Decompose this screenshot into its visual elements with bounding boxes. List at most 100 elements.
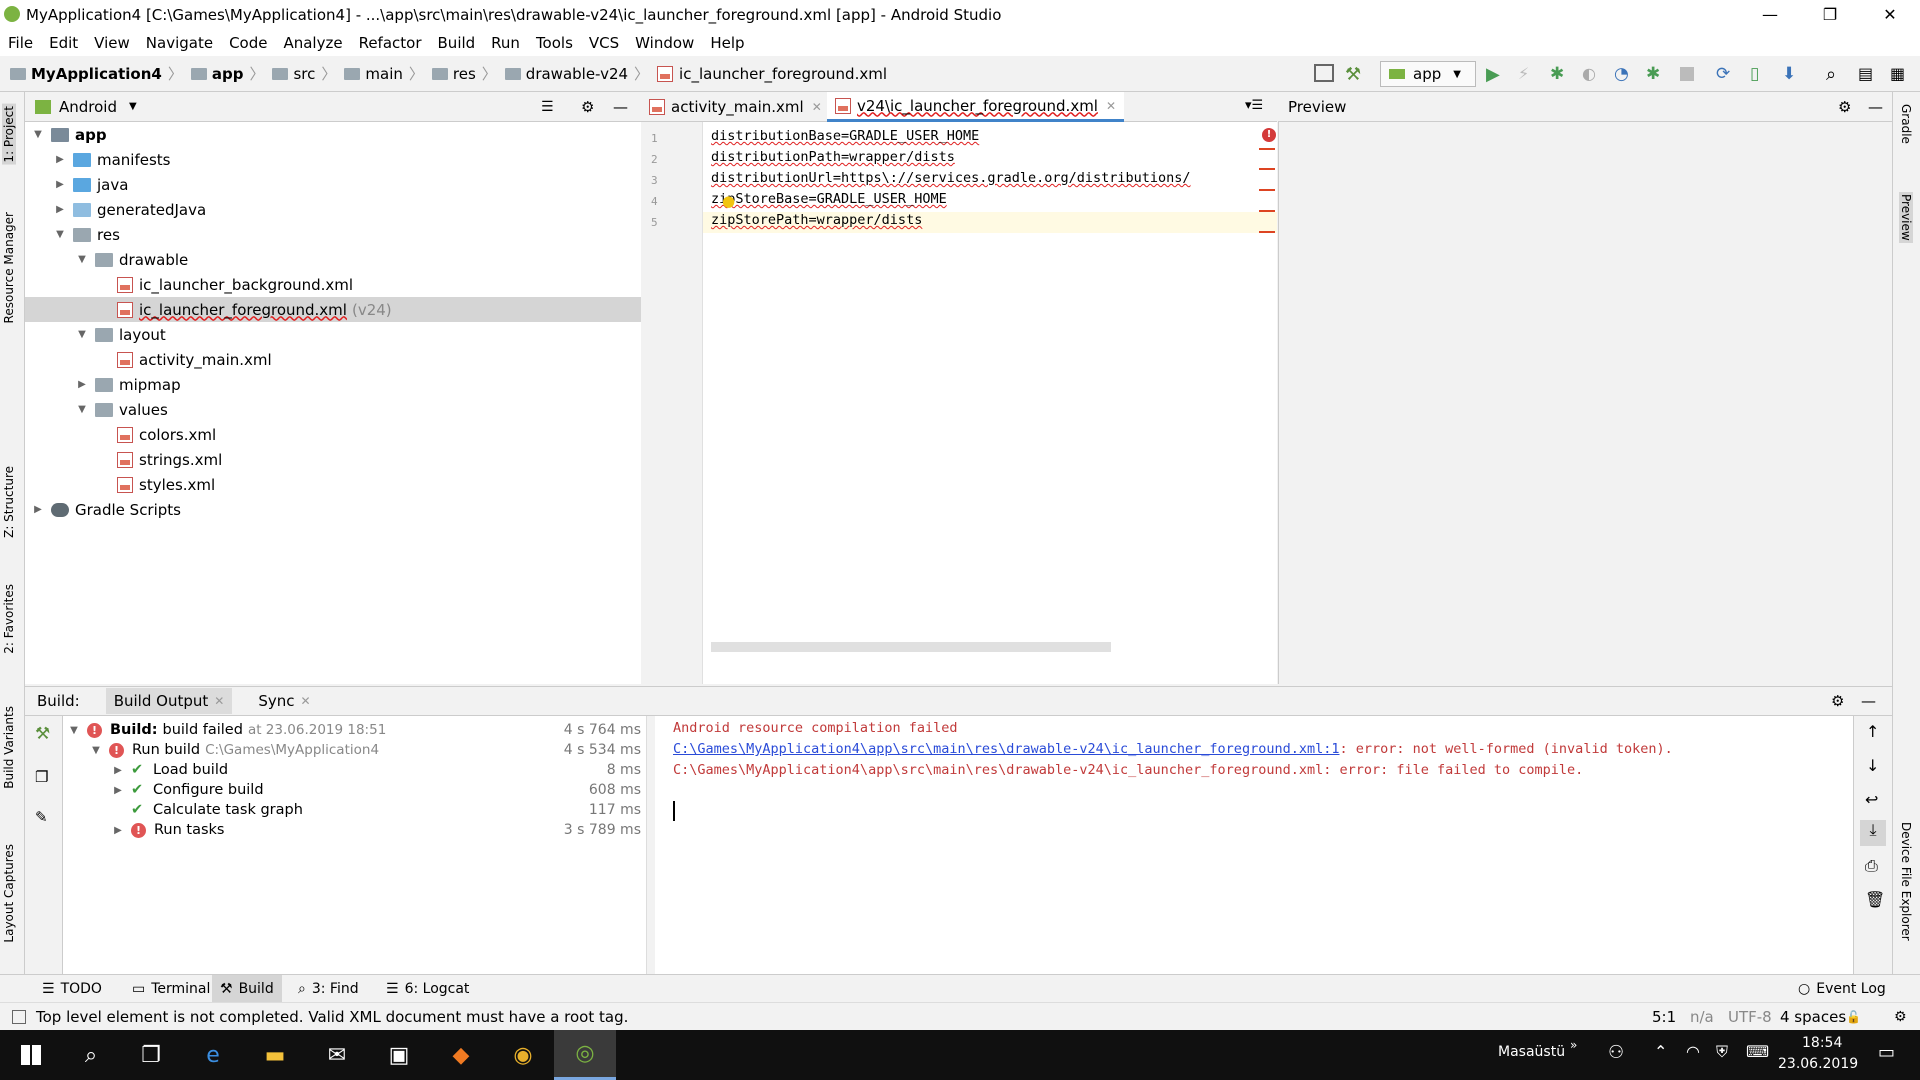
tool-tab-structure[interactable]: Z: Structure bbox=[2, 466, 16, 538]
toolbar-expand-icon[interactable]: » bbox=[1570, 1038, 1577, 1052]
scroll-to-end-icon[interactable]: ⤓ bbox=[1860, 820, 1886, 846]
menu-analyze[interactable]: Analyze bbox=[283, 34, 342, 52]
gear-icon[interactable]: ⚙ bbox=[1831, 692, 1844, 710]
error-stripe-mark[interactable] bbox=[1259, 210, 1275, 212]
file-encoding[interactable]: UTF-8 bbox=[1728, 1008, 1772, 1026]
store-icon[interactable]: ▣ bbox=[368, 1030, 430, 1080]
toggle-view-icon[interactable]: ❐ bbox=[35, 768, 48, 786]
error-stripe-mark[interactable] bbox=[1259, 231, 1275, 233]
chrome-icon[interactable]: ◉ bbox=[492, 1030, 554, 1080]
clock-time[interactable]: 18:54 bbox=[1802, 1035, 1842, 1051]
tab-build-output[interactable]: Build Output ✕ bbox=[105, 688, 233, 714]
tool-logcat[interactable]: ☰ 6: Logcat bbox=[378, 975, 477, 1003]
tool-tab-resource-manager[interactable]: Resource Manager bbox=[2, 212, 16, 323]
chevron-right-icon[interactable]: ▶ bbox=[31, 504, 45, 515]
tree-item[interactable]: ▼ app bbox=[25, 122, 641, 147]
chevron-down-icon[interactable]: ▼ bbox=[129, 101, 137, 112]
menu-build[interactable]: Build bbox=[438, 34, 476, 52]
stop-icon[interactable] bbox=[1680, 67, 1694, 81]
tree-item[interactable]: ▼ res bbox=[25, 222, 641, 247]
run-icon[interactable]: ▶ bbox=[1486, 64, 1506, 85]
up-arrow-icon[interactable]: ↑ bbox=[1866, 722, 1879, 741]
start-button[interactable] bbox=[0, 1030, 62, 1080]
breadcrumb-project[interactable]: MyApplication4 〉 bbox=[10, 63, 183, 84]
avd-manager-icon[interactable]: ▯ bbox=[1750, 64, 1770, 84]
tab-list-icon[interactable]: ▾☰ bbox=[1245, 98, 1263, 113]
pin-icon[interactable]: ✎ bbox=[35, 808, 48, 826]
menu-refactor[interactable]: Refactor bbox=[359, 34, 422, 52]
project-view-select[interactable]: Android bbox=[59, 98, 117, 116]
build-tree-item[interactable]: ▶! Run tasks 3 s 789 ms bbox=[63, 820, 647, 840]
menu-run[interactable]: Run bbox=[491, 34, 520, 52]
tree-item[interactable]: ▶ Gradle Scripts bbox=[25, 497, 641, 522]
tree-item[interactable]: ▼ values bbox=[25, 397, 641, 422]
build-output-console[interactable]: Android resource compilation failed C:\G… bbox=[655, 716, 1853, 974]
minimize-button[interactable]: — bbox=[1740, 0, 1800, 29]
notifications-icon[interactable]: ▭ bbox=[1878, 1042, 1895, 1063]
tool-tab-device-file-explorer[interactable]: Device File Explorer bbox=[1899, 822, 1913, 941]
tool-tab-favorites[interactable]: 2: Favorites bbox=[2, 584, 16, 654]
menu-navigate[interactable]: Navigate bbox=[146, 34, 213, 52]
edge-icon[interactable]: e bbox=[182, 1030, 244, 1080]
chevron-down-icon[interactable]: ▼ bbox=[75, 329, 89, 340]
build-tree-item[interactable]: ▼! Build: build failed at 23.06.2019 18:51 4… bbox=[63, 720, 647, 740]
close-button[interactable]: ✕ bbox=[1860, 0, 1920, 29]
build-tree-item[interactable]: ▼! Run build C:\Games\MyApplication4 4 s 53… bbox=[63, 740, 647, 760]
chevron-right-icon[interactable]: ▶ bbox=[53, 154, 67, 165]
tool-event-log[interactable]: ○ Event Log bbox=[1790, 975, 1894, 1003]
chevron-down-icon[interactable]: ▼ bbox=[31, 129, 45, 140]
debug-icon[interactable]: ✱ bbox=[1550, 64, 1570, 84]
search-icon[interactable]: ⌕ bbox=[1826, 64, 1846, 85]
lock-icon[interactable]: 🔓 bbox=[1846, 1010, 1861, 1024]
collapse-all-icon[interactable]: ☰ bbox=[541, 99, 554, 115]
maximize-button[interactable]: ❐ bbox=[1800, 0, 1860, 29]
error-stripe-mark[interactable] bbox=[1259, 189, 1275, 191]
wifi-icon[interactable]: ◠ bbox=[1686, 1042, 1700, 1061]
horizontal-scrollbar[interactable] bbox=[711, 642, 1111, 652]
chevron-down-icon[interactable]: ▼ bbox=[67, 725, 81, 736]
chevron-down-icon[interactable]: ▼ bbox=[89, 745, 103, 756]
menu-edit[interactable]: Edit bbox=[49, 34, 78, 52]
lightbulb-icon[interactable]: ● bbox=[722, 192, 735, 210]
tree-item[interactable]: styles.xml bbox=[25, 472, 641, 497]
menu-help[interactable]: Help bbox=[710, 34, 744, 52]
chevron-right-icon[interactable]: ▶ bbox=[111, 785, 125, 796]
tree-item[interactable]: ▶ generatedJava bbox=[25, 197, 641, 222]
chevron-down-icon[interactable]: ▼ bbox=[75, 254, 89, 265]
attach-debugger-icon[interactable]: ✱ bbox=[1646, 64, 1666, 84]
tree-item[interactable]: ▶ manifests bbox=[25, 147, 641, 172]
desktop-toolbar-label[interactable]: Masaüstü bbox=[1498, 1044, 1565, 1060]
close-tab-icon[interactable]: ✕ bbox=[1106, 99, 1116, 113]
error-stripe-mark[interactable] bbox=[1259, 168, 1275, 170]
tab-sync[interactable]: Sync ✕ bbox=[250, 688, 318, 714]
tree-item[interactable]: activity_main.xml bbox=[25, 347, 641, 372]
tool-todo[interactable]: ☰ TODO bbox=[34, 975, 110, 1003]
chevron-right-icon[interactable]: ▶ bbox=[111, 825, 125, 836]
chevron-down-icon[interactable]: ▼ bbox=[53, 229, 67, 240]
chevron-right-icon[interactable]: ▶ bbox=[53, 204, 67, 215]
profile-icon[interactable]: ◔ bbox=[1614, 64, 1634, 84]
file-explorer-icon[interactable]: ▬ bbox=[244, 1030, 306, 1080]
security-icon[interactable]: ⛨ bbox=[1716, 1042, 1728, 1062]
trash-icon[interactable]: 🗑 bbox=[1865, 890, 1885, 909]
rebuild-icon[interactable]: ⚒ bbox=[35, 724, 50, 744]
tree-item[interactable]: strings.xml bbox=[25, 447, 641, 472]
gear-icon[interactable]: ⚙ bbox=[1838, 98, 1851, 116]
breadcrumb-file[interactable]: ic_launcher_foreground.xml bbox=[657, 65, 887, 83]
toggle-tool-windows-icon[interactable] bbox=[12, 1009, 26, 1024]
chevron-right-icon[interactable]: ▶ bbox=[53, 179, 67, 190]
tool-terminal[interactable]: ▭ Terminal bbox=[124, 975, 218, 1003]
line-separator[interactable]: n/a bbox=[1690, 1008, 1714, 1026]
hide-panel-icon[interactable]: — bbox=[1868, 98, 1883, 116]
down-arrow-icon[interactable]: ↓ bbox=[1866, 756, 1879, 775]
menu-file[interactable]: File bbox=[8, 34, 33, 52]
project-view-icon[interactable]: ▤ bbox=[1858, 64, 1878, 83]
tree-item[interactable]: ic_launcher_foreground.xml (v24) bbox=[25, 297, 641, 322]
breadcrumb-main[interactable]: main 〉 bbox=[344, 63, 424, 84]
mail-icon[interactable]: ✉ bbox=[306, 1030, 368, 1080]
caret-position[interactable]: 5:1 bbox=[1652, 1008, 1676, 1026]
tool-tab-build-variants[interactable]: Build Variants bbox=[2, 706, 16, 789]
android-studio-taskbar-icon[interactable]: ◎ bbox=[554, 1030, 616, 1080]
chevron-down-icon[interactable]: ▼ bbox=[75, 404, 89, 415]
breadcrumb-src[interactable]: src 〉 bbox=[272, 63, 336, 84]
